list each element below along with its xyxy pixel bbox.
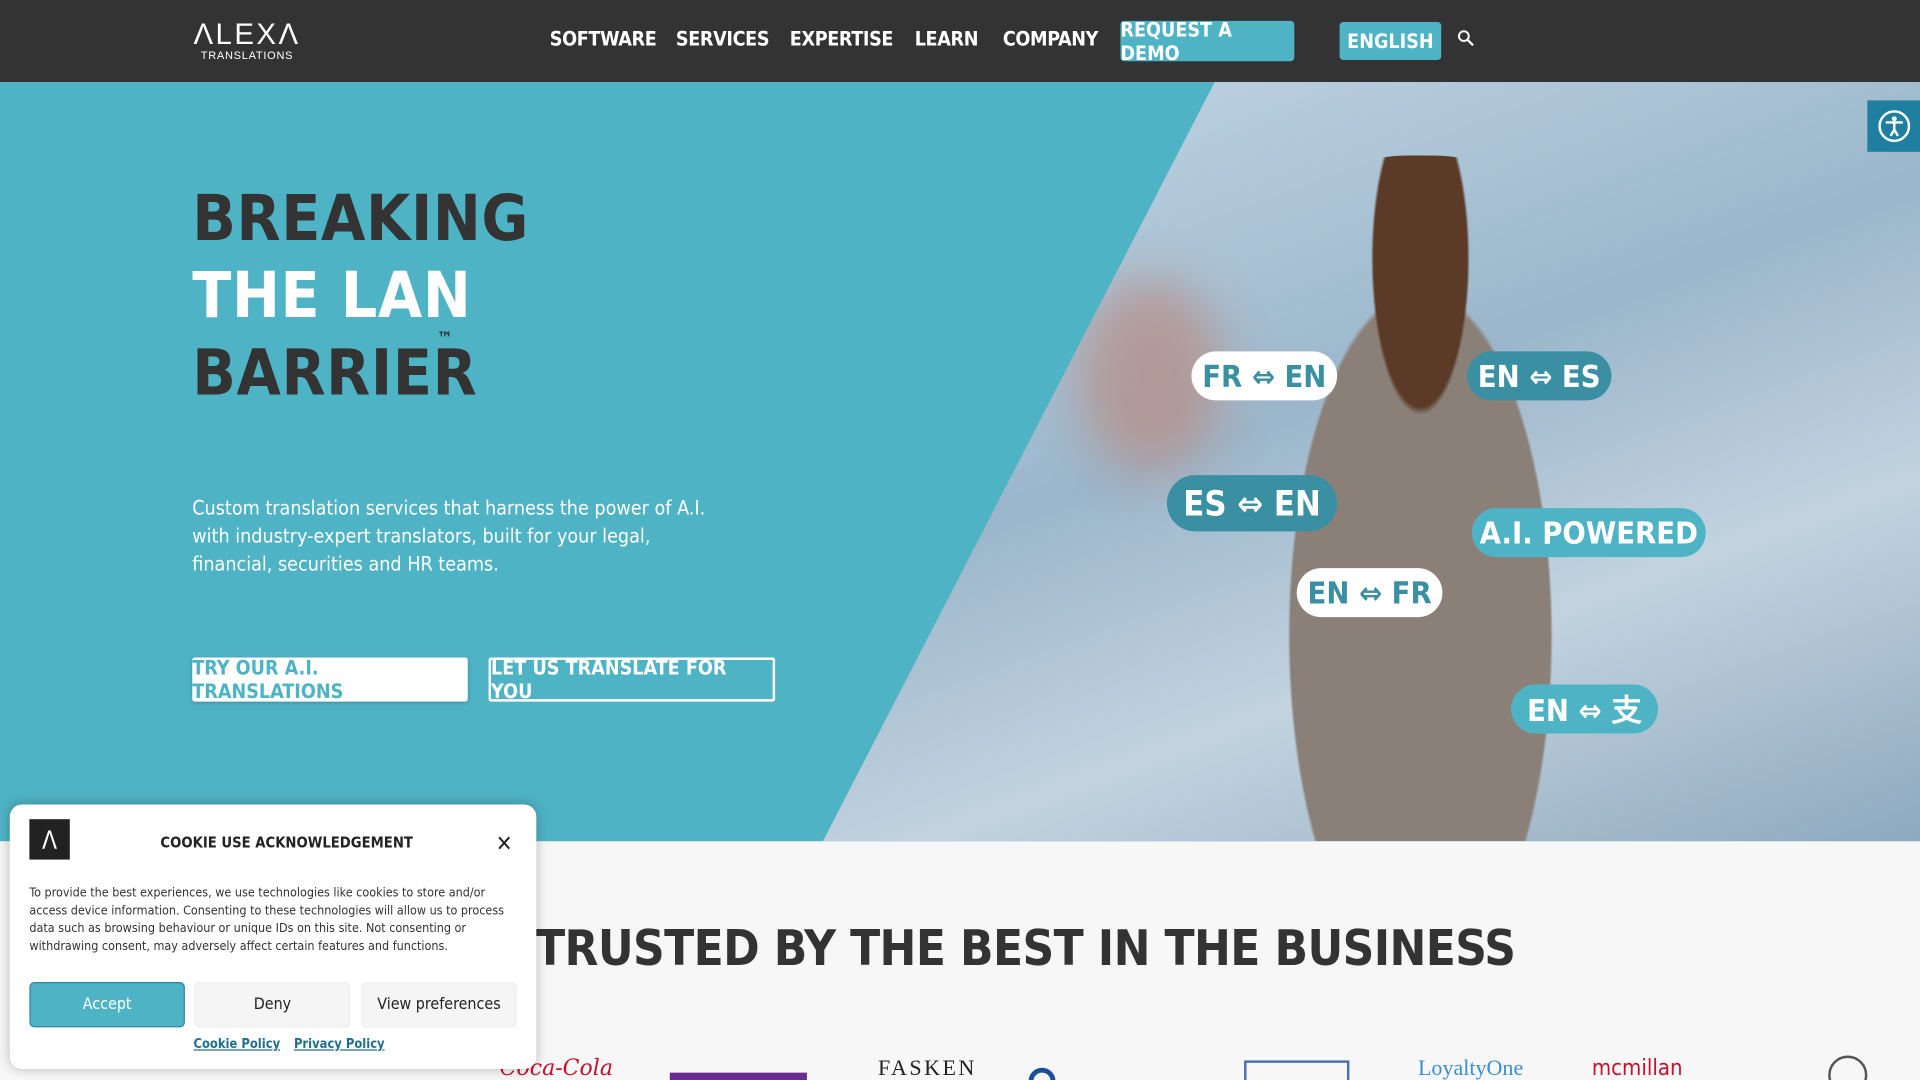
request-demo-button[interactable]: REQUEST A DEMO: [1120, 18, 1295, 64]
top-nav: ΛLEXΛ TRANSLATIONS SOFTWARE SERVICES EXP…: [0, 0, 1920, 83]
logo-text: ΛLEXΛ: [193, 18, 301, 52]
accessibility-button[interactable]: [1867, 100, 1920, 152]
close-icon[interactable]: ✕: [496, 831, 513, 857]
view-preferences-button[interactable]: View preferences: [361, 982, 517, 1028]
deny-button[interactable]: Deny: [194, 982, 351, 1028]
cookie-title: COOKIE USE ACKNOWLEDGEMENT: [160, 833, 413, 852]
nav-company[interactable]: COMPANY: [1003, 27, 1099, 50]
search-icon[interactable]: [1457, 29, 1474, 47]
pill-en-fr: EN ⇔ FR: [1296, 568, 1443, 618]
accessibility-icon: [1877, 110, 1910, 143]
hero-title-line2: THE LANG: [192, 259, 471, 334]
nav-services[interactable]: SERVICES: [676, 27, 770, 50]
logo-fasken: FASKEN: [877, 1055, 977, 1080]
cookie-banner: Λ COOKIE USE ACKNOWLEDGEMENT ✕ To provid…: [9, 804, 537, 1069]
try-ai-translations-button[interactable]: TRY OUR A.I. TRANSLATIONS: [192, 656, 468, 703]
logo-circle: [1028, 1067, 1056, 1080]
hero-title-line1: BREAKING: [192, 182, 530, 256]
logo-mercedes: [1828, 1055, 1868, 1080]
pill-en-zh: EN ⇔ 支: [1511, 684, 1658, 734]
logo-subtext: TRANSLATIONS: [200, 48, 294, 62]
privacy-policy-link[interactable]: Privacy Policy: [294, 1037, 385, 1052]
accept-button[interactable]: Accept: [29, 982, 185, 1028]
logo-purple: [669, 1072, 807, 1080]
hero-section: BREAKING THE LANG BARRIER ™ Custom trans…: [0, 82, 1920, 842]
pill-ai-powered: A.I. POWERED: [1471, 508, 1706, 558]
nav-software[interactable]: SOFTWARE: [550, 27, 657, 50]
logo-mcmillan: mcmillan: [1591, 1055, 1683, 1080]
pill-en-es: EN ⇔ ES: [1466, 351, 1612, 401]
cookie-text: To provide the best experiences, we use …: [29, 886, 505, 954]
logo-loyaltyone: LoyaltyOne: [1417, 1055, 1524, 1080]
alexa-logo[interactable]: ΛLEXΛ TRANSLATIONS: [193, 18, 301, 62]
trusted-heading: TRUSTED BY THE BEST IN THE BUSINESS: [535, 920, 1516, 978]
hero-subtitle: Custom translation services that harness…: [192, 495, 706, 576]
let-us-translate-button[interactable]: LET US TRANSLATE FOR YOU: [488, 656, 776, 703]
nav-expertise[interactable]: EXPERTISE: [790, 27, 894, 50]
cookie-logo: Λ: [29, 819, 70, 860]
language-button[interactable]: ENGLISH: [1339, 22, 1442, 61]
nav-learn[interactable]: LEARN: [915, 27, 979, 50]
cookie-policy-link[interactable]: Cookie Policy: [193, 1037, 280, 1052]
hero-title-line3: BARRIER: [192, 336, 478, 411]
pill-fr-en: FR ⇔ EN: [1191, 351, 1338, 401]
trademark: ™: [437, 329, 453, 349]
logo-boxes: [1244, 1060, 1350, 1080]
pill-es-en: ES ⇔ EN: [1166, 475, 1338, 532]
